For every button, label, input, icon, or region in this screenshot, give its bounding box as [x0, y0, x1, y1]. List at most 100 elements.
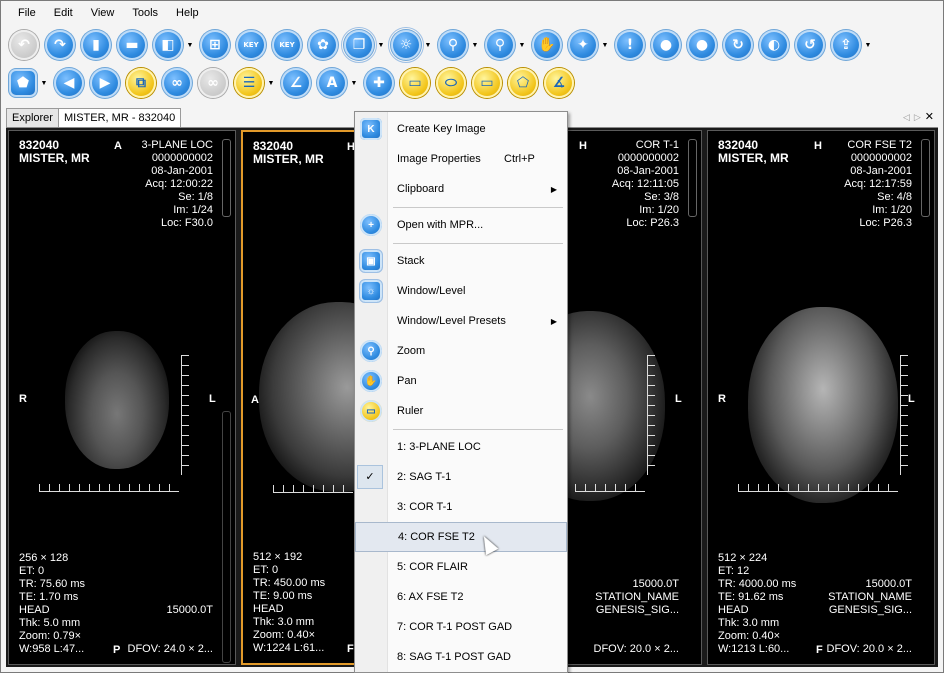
film-reel-icon[interactable]: ✿: [308, 30, 338, 60]
shutter-icon[interactable]: ⬟: [9, 69, 37, 97]
menu-item-window-level-presets[interactable]: Window/Level Presets ▶: [355, 306, 567, 336]
dropdown-arrow-icon[interactable]: ▼: [601, 42, 609, 49]
key-icon[interactable]: KEY: [272, 30, 302, 60]
display-fov: DFOV: 20.0 × 2...: [593, 643, 680, 655]
menu-item-series-5[interactable]: 5: COR FLAIR: [355, 552, 567, 582]
menu-item-pan[interactable]: ✋ Pan: [355, 366, 567, 396]
pan-hand-icon: ✋: [360, 370, 382, 392]
pan-hand-icon[interactable]: ✋: [532, 30, 562, 60]
menu-item-zoom[interactable]: ⚲ Zoom: [355, 336, 567, 366]
layout-grid-icon[interactable]: ◧: [153, 30, 183, 60]
dropdown-arrow-icon[interactable]: ▼: [518, 42, 526, 49]
mpr-icon[interactable]: ☰: [234, 68, 264, 98]
echo-time: TE: 1.70 ms: [19, 591, 79, 603]
image-scrollbar[interactable]: [688, 139, 697, 217]
orientation-top: H: [579, 140, 587, 152]
zoom-icon[interactable]: ⚲: [438, 30, 468, 60]
dropdown-arrow-icon[interactable]: ▼: [471, 42, 479, 49]
button-label: A: [326, 75, 338, 91]
menu-item-series-8[interactable]: 8: SAG T-1 POST GAD: [355, 642, 567, 672]
checkmark-icon: ✓: [357, 465, 383, 489]
text-annotation-icon[interactable]: A: [317, 68, 347, 98]
tab-patient-study[interactable]: MISTER, MR - 832040: [58, 108, 182, 127]
menu-item-open-mpr[interactable]: + Open with MPR...: [355, 210, 567, 240]
crosshair-icon[interactable]: ✚: [364, 68, 394, 98]
study-info: 3-PLANE LOC 0000000002 08-Jan-2001 Acq: …: [141, 139, 213, 230]
link-icon[interactable]: ∞: [162, 68, 192, 98]
genesis-signa: GENESIS_SIG...: [828, 604, 912, 616]
dropdown-arrow-icon[interactable]: ▼: [424, 42, 432, 49]
back-icon[interactable]: ↶: [9, 30, 39, 60]
image-scrollbar[interactable]: [921, 139, 930, 217]
menu-item-ruler[interactable]: ▭ Ruler: [355, 396, 567, 426]
tab-scroll-right-icon[interactable]: ▷: [914, 112, 925, 122]
menu-item-series-3[interactable]: 3: COR T-1: [355, 492, 567, 522]
dropdown-arrow-icon[interactable]: ▼: [186, 42, 194, 49]
tab-explorer[interactable]: Explorer: [6, 108, 59, 127]
series-description: COR T-1: [635, 139, 679, 151]
image-number: Im: 1/24: [173, 204, 213, 216]
polygon-icon[interactable]: ⬠: [508, 68, 538, 98]
info-icon[interactable]: !: [615, 30, 645, 60]
image-scrollbar[interactable]: [222, 139, 231, 217]
dropdown-arrow-icon[interactable]: ▼: [377, 42, 385, 49]
menu-help[interactable]: Help: [167, 1, 208, 25]
group-icon[interactable]: ●: [651, 30, 681, 60]
dropdown-arrow-icon[interactable]: ▼: [40, 80, 48, 87]
menu-item-label: Image Properties: [397, 153, 481, 165]
clipboard-icon[interactable]: ▮: [81, 30, 111, 60]
rectangle-icon[interactable]: ▭: [472, 68, 502, 98]
unlink-icon[interactable]: ∞: [198, 68, 228, 98]
menu-item-series-4[interactable]: 4: COR FSE T2: [355, 522, 567, 552]
forward-icon[interactable]: ↷: [45, 30, 75, 60]
users-icon[interactable]: ●: [687, 30, 717, 60]
echo-train: ET: 12: [718, 565, 750, 577]
viewport-1[interactable]: 832040 MISTER, MR A 3-PLANE LOC 00000000…: [8, 130, 236, 665]
series-scrollbar[interactable]: [222, 411, 231, 663]
menu-file[interactable]: File: [1, 1, 45, 25]
cine-icon[interactable]: ⧉: [126, 68, 156, 98]
menu-item-stack[interactable]: ▣ Stack: [355, 246, 567, 276]
undo-icon[interactable]: ↺: [795, 30, 825, 60]
ellipse-icon[interactable]: ⬭: [436, 68, 466, 98]
ruler-icon[interactable]: ▭: [400, 68, 430, 98]
stack-icon[interactable]: ❐: [341, 27, 377, 63]
previous-icon[interactable]: ◀: [54, 68, 84, 98]
menu-item-clipboard[interactable]: Clipboard ▶: [355, 174, 567, 204]
menu-tools[interactable]: Tools: [123, 1, 167, 25]
viewport-4[interactable]: 832040 MISTER, MR H COR FSE T2 000000000…: [707, 130, 935, 665]
probe-icon[interactable]: ✦: [568, 30, 598, 60]
users-sync-icon[interactable]: ↻: [723, 30, 753, 60]
slice-thickness: Thk: 5.0 mm: [19, 617, 81, 629]
menu-item-create-key-image[interactable]: K Create Key Image: [355, 114, 567, 144]
thumbnail-key-icon[interactable]: ⊞: [200, 30, 230, 60]
protractor-icon[interactable]: ∡: [544, 68, 574, 98]
next-icon[interactable]: ▶: [90, 68, 120, 98]
dropdown-arrow-icon[interactable]: ▼: [864, 42, 872, 49]
orientation-right: L: [675, 393, 682, 405]
dropdown-arrow-icon[interactable]: ▼: [267, 80, 275, 87]
menu-item-series-6[interactable]: 6: AX FSE T2: [355, 582, 567, 612]
close-tab-icon[interactable]: ✕: [925, 111, 934, 123]
menu-edit[interactable]: Edit: [45, 1, 82, 25]
dropdown-arrow-icon[interactable]: ▼: [350, 80, 358, 87]
menu-view[interactable]: View: [82, 1, 124, 25]
export-icon[interactable]: ⇪: [831, 30, 861, 60]
menu-item-image-properties[interactable]: Image Properties Ctrl+P: [355, 144, 567, 174]
station-name: STATION_NAME: [595, 591, 679, 603]
invert-icon[interactable]: ◐: [759, 30, 789, 60]
patient-name: MISTER, MR: [19, 151, 90, 165]
window-level-icon[interactable]: ☼: [388, 27, 424, 63]
menu-item-series-2[interactable]: ✓ 2: SAG T-1: [355, 462, 567, 492]
menu-item-window-level[interactable]: ☼ Window/Level: [355, 276, 567, 306]
tab-scroll-left-icon[interactable]: ◁: [903, 112, 914, 122]
menu-item-series-1[interactable]: 1: 3-PLANE LOC: [355, 432, 567, 462]
layout-rows-icon[interactable]: ▬: [117, 30, 147, 60]
vertical-scale: [900, 355, 911, 475]
angle-icon[interactable]: ∠: [281, 68, 311, 98]
menu-item-series-7[interactable]: 7: COR T-1 POST GAD: [355, 612, 567, 642]
menu-item-label: 5: COR FLAIR: [397, 561, 468, 573]
magnifier-icon[interactable]: ⚲: [485, 30, 515, 60]
key-image-icon[interactable]: KEY: [236, 30, 266, 60]
acquisition-params: 256 × 128 ET: 0 TR: 75.60 ms TE: 1.70 ms…: [19, 552, 85, 656]
